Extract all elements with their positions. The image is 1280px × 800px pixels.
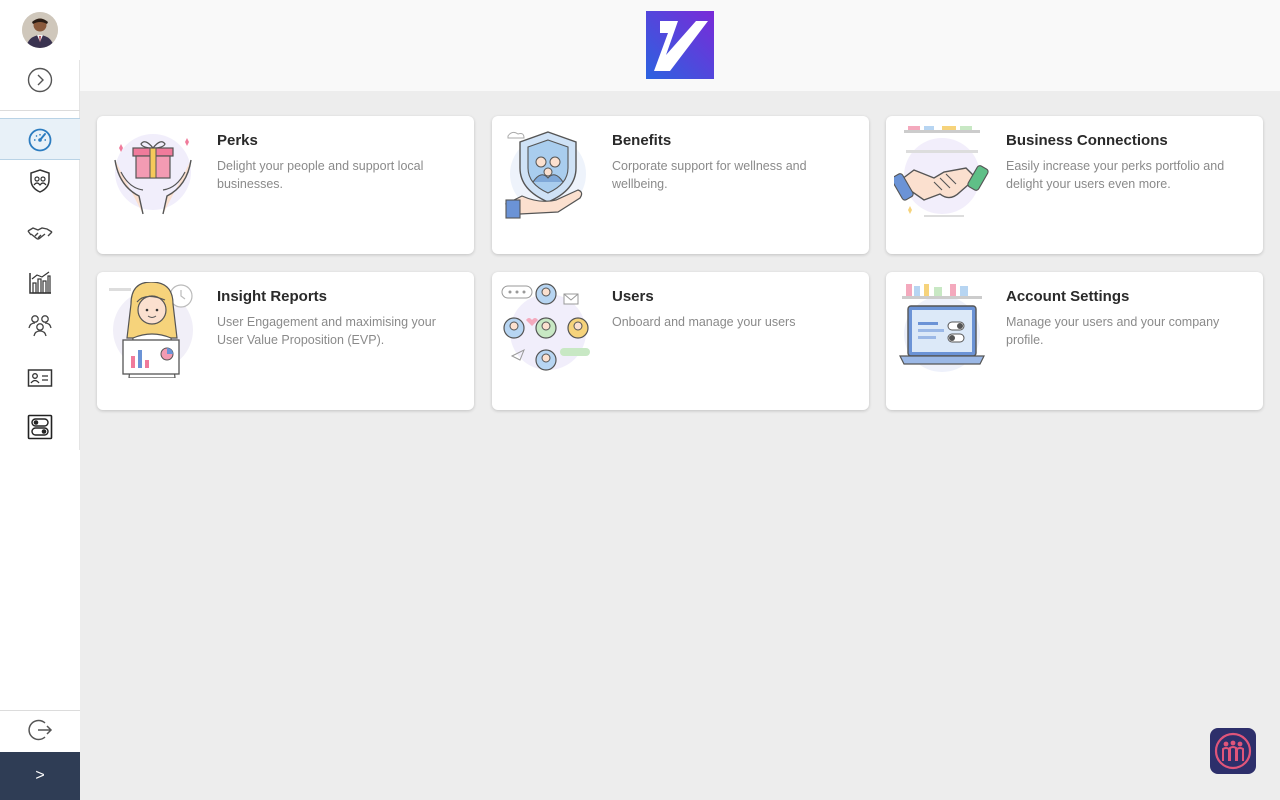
- handshake-illustration: [894, 126, 989, 217]
- sidebar-item-dashboard[interactable]: [0, 118, 80, 160]
- sidebar-item-connections[interactable]: [0, 213, 80, 255]
- sidebar-item-users[interactable]: [0, 304, 80, 346]
- users-group-icon: [28, 315, 52, 337]
- id-card-icon: [27, 369, 53, 387]
- brand-logo[interactable]: [646, 11, 714, 79]
- handshake-icon: [27, 227, 53, 240]
- card-users[interactable]: Users Onboard and manage your users: [492, 272, 869, 410]
- sidebar-item-profile[interactable]: [0, 357, 80, 399]
- card-title: Insight Reports: [217, 288, 328, 305]
- family-support-icon: [1214, 732, 1252, 770]
- card-description: Manage your users and your company profi…: [1006, 315, 1220, 347]
- card-business-connections[interactable]: Business Connections Easily increase you…: [886, 116, 1263, 254]
- chevron-right-circle-icon[interactable]: [27, 67, 53, 93]
- card-title: Business Connections: [1006, 132, 1168, 149]
- sidebar-divider: [0, 110, 80, 111]
- card-perks[interactable]: Perks Delight your people and support lo…: [97, 116, 474, 254]
- card-description: Delight your people and support local bu…: [217, 159, 424, 191]
- shield-hand-illustration: [504, 131, 586, 219]
- laptop-settings-illustration: [899, 284, 985, 372]
- gift-hands-illustration: [114, 134, 192, 215]
- settings-panel-icon: [27, 414, 53, 440]
- bar-chart-icon: [29, 271, 51, 294]
- users-network-illustration: [501, 283, 590, 371]
- collapse-chevron: >: [35, 767, 45, 784]
- card-insight-reports[interactable]: Insight Reports User Engagement and maxi…: [97, 272, 474, 410]
- logout-icon: [28, 719, 53, 741]
- speedometer-icon: [28, 128, 52, 152]
- card-title: Benefits: [612, 132, 672, 149]
- card-title: Perks: [217, 132, 258, 149]
- support-chat-button[interactable]: [1210, 728, 1256, 774]
- sidebar-collapse-button[interactable]: >: [0, 752, 80, 800]
- top-header: [80, 0, 1280, 91]
- sidebar-item-reports[interactable]: [0, 262, 80, 304]
- sidebar: >: [0, 0, 80, 800]
- card-description: Easily increase your perks portfolio and…: [1006, 159, 1225, 191]
- card-benefits[interactable]: Benefits Corporate support for wellness …: [492, 116, 869, 254]
- shield-people-icon: [30, 169, 50, 193]
- sidebar-item-benefits[interactable]: [0, 160, 80, 202]
- card-title: Users: [612, 288, 654, 305]
- card-title: Account Settings: [1006, 288, 1130, 305]
- card-description: Corporate support for wellness and wellb…: [612, 159, 807, 191]
- card-description: Onboard and manage your users: [612, 315, 796, 329]
- card-description: User Engagement and maximising your User…: [217, 315, 436, 347]
- sidebar-divider: [0, 710, 80, 711]
- sidebar-item-settings[interactable]: [0, 406, 80, 448]
- logout-button[interactable]: [0, 712, 80, 748]
- card-account-settings[interactable]: Account Settings Manage your users and y…: [886, 272, 1263, 410]
- report-person-illustration: [109, 282, 193, 378]
- user-avatar[interactable]: [22, 12, 58, 48]
